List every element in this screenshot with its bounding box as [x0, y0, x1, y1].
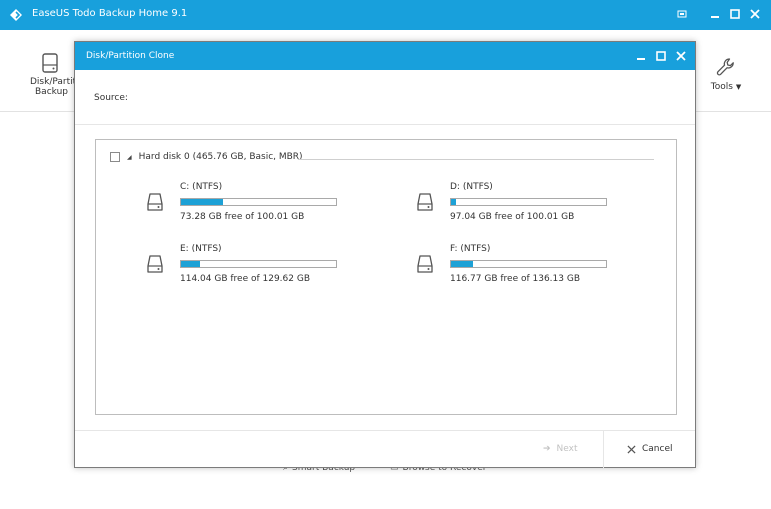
- disk-drive-icon: [42, 53, 58, 73]
- partition-free-space: 114.04 GB free of 129.62 GB: [180, 274, 311, 284]
- partition-usage-fill: [451, 261, 473, 267]
- dialog-close-button[interactable]: [673, 48, 689, 64]
- disk-header: ◢ Hard disk 0 (465.76 GB, Basic, MBR): [110, 152, 303, 162]
- partition-usage-bar: [450, 198, 607, 206]
- partition-usage-fill: [181, 199, 223, 205]
- dropdown-arrow-icon: ▼: [735, 83, 742, 91]
- partition-item-e[interactable]: E: (NTFS) 114.04 GB free of 129.62 GB: [146, 244, 356, 288]
- toolbar-tools[interactable]: Tools ▼: [706, 56, 746, 92]
- disk-header-rule: [298, 159, 654, 160]
- partition-drive-icon: [417, 193, 433, 211]
- app-titlebar: EaseUS Todo Backup Home 9.1: [0, 0, 771, 30]
- toolbar-tools-label: Tools: [710, 82, 733, 92]
- toolbar-disk-backup-label-2: Backup: [35, 87, 68, 97]
- partition-item-f[interactable]: F: (NTFS) 116.77 GB free of 136.13 GB: [416, 244, 626, 288]
- footer-divider: [75, 430, 695, 431]
- next-button-label: Next: [556, 444, 578, 454]
- app-title: EaseUS Todo Backup Home 9.1: [32, 8, 188, 19]
- partition-item-c[interactable]: C: (NTFS) 73.28 GB free of 100.01 GB: [146, 182, 356, 226]
- close-icon: [627, 444, 636, 454]
- disk-list-panel: ◢ Hard disk 0 (465.76 GB, Basic, MBR) C:…: [95, 139, 677, 415]
- divider: [75, 124, 695, 125]
- partition-free-space: 97.04 GB free of 100.01 GB: [450, 212, 575, 222]
- disk-partition-clone-dialog: Disk/Partition Clone Source: ◢ Hard disk…: [74, 41, 696, 468]
- source-label: Source:: [94, 93, 128, 103]
- footer-button-divider: [603, 431, 604, 468]
- app-minimize-button[interactable]: [707, 6, 723, 22]
- app-restore-icon[interactable]: [674, 6, 690, 22]
- partition-name: F: (NTFS): [450, 244, 491, 254]
- disk-title: Hard disk 0 (465.76 GB, Basic, MBR): [138, 152, 303, 162]
- arrow-right-icon: ➔: [543, 444, 551, 454]
- easeus-logo-icon: [10, 9, 22, 21]
- partition-name: D: (NTFS): [450, 182, 493, 192]
- toolbar-disk-backup[interactable]: Disk/Partit Backup: [30, 52, 77, 97]
- partition-usage-bar: [180, 198, 337, 206]
- next-button[interactable]: ➔ Next: [543, 444, 578, 454]
- dialog-title: Disk/Partition Clone: [86, 51, 175, 61]
- partition-name: E: (NTFS): [180, 244, 222, 254]
- partition-drive-icon: [147, 255, 163, 273]
- app-maximize-button[interactable]: [727, 6, 743, 22]
- partition-usage-bar: [450, 260, 607, 268]
- wrench-icon: [716, 58, 734, 76]
- partition-name: C: (NTFS): [180, 182, 223, 192]
- partition-drive-icon: [417, 255, 433, 273]
- partition-item-d[interactable]: D: (NTFS) 97.04 GB free of 100.01 GB: [416, 182, 626, 226]
- cancel-button[interactable]: Cancel: [627, 444, 673, 454]
- partition-free-space: 73.28 GB free of 100.01 GB: [180, 212, 305, 222]
- partition-drive-icon: [147, 193, 163, 211]
- dialog-titlebar[interactable]: Disk/Partition Clone: [75, 42, 695, 70]
- expand-triangle-icon[interactable]: ◢: [127, 154, 132, 161]
- dialog-maximize-button[interactable]: [653, 48, 669, 64]
- toolbar-disk-backup-label-1: Disk/Partit: [30, 77, 77, 87]
- dialog-minimize-button[interactable]: [633, 48, 649, 64]
- disk-checkbox[interactable]: [110, 152, 120, 162]
- partition-usage-bar: [180, 260, 337, 268]
- partition-usage-fill: [451, 199, 456, 205]
- cancel-button-label: Cancel: [642, 444, 673, 454]
- partition-usage-fill: [181, 261, 200, 267]
- app-close-button[interactable]: [747, 6, 763, 22]
- partition-free-space: 116.77 GB free of 136.13 GB: [450, 274, 581, 284]
